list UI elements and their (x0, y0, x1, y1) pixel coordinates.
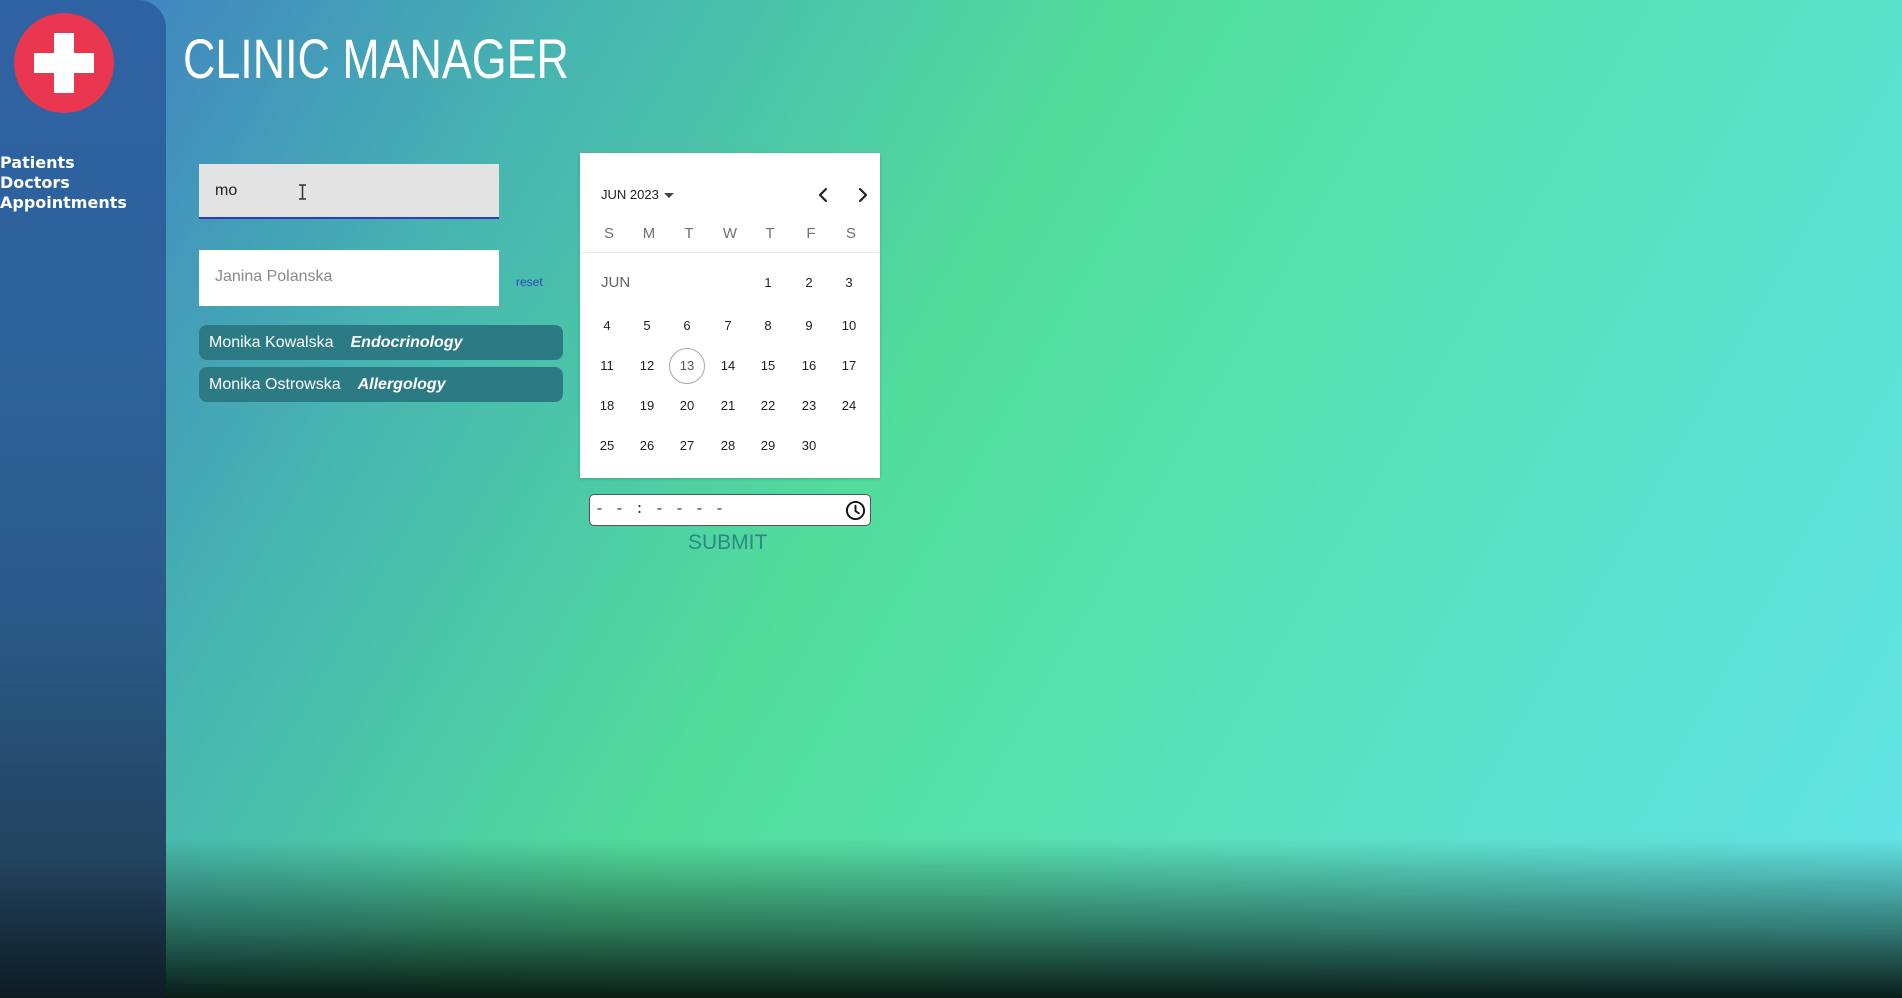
time-placeholder: - - : - - - - (595, 501, 726, 518)
calendar-day[interactable]: 10 (831, 308, 867, 344)
calendar-day[interactable]: 19 (629, 388, 665, 424)
calendar-day[interactable]: 17 (831, 348, 867, 384)
calendar-day[interactable]: 8 (750, 308, 786, 344)
chevron-right-icon[interactable] (853, 184, 873, 206)
time-input[interactable]: - - : - - - - (589, 494, 871, 526)
weekday-header-tue: T (684, 225, 694, 242)
calendar-day-today[interactable]: 13 (669, 348, 705, 384)
calendar-day[interactable]: 24 (831, 388, 867, 424)
patient-field[interactable]: Janina Polanska (199, 250, 499, 306)
calendar-day[interactable]: 29 (750, 428, 786, 464)
weekday-header-thu: T (765, 225, 775, 242)
calendar-day[interactable]: 15 (750, 348, 786, 384)
doctor-name: Monika Kowalska (209, 333, 334, 351)
calendar-day[interactable]: 11 (589, 348, 625, 384)
calendar-day[interactable]: 21 (710, 388, 746, 424)
sidebar: Patients Doctors Appointments (0, 0, 166, 998)
page-title: CLINIC MANAGER (183, 27, 569, 90)
sidebar-item-appointments[interactable]: Appointments (0, 193, 127, 213)
weekday-header-sun: S (603, 225, 614, 242)
weekday-header-fri: F (806, 225, 816, 242)
text-cursor-icon (299, 184, 306, 200)
calendar-day[interactable]: 4 (589, 308, 625, 344)
calendar-day[interactable]: 20 (669, 388, 705, 424)
calendar-divider (580, 252, 880, 253)
doctor-search-field[interactable] (199, 164, 499, 219)
calendar-day[interactable]: 3 (831, 265, 867, 301)
date-picker-calendar: JUN 2023 S M T W T F S JUN 1 2 3 4 5 6 7 8 9 10 11… (580, 153, 880, 478)
doctor-specialty: Allergology (357, 375, 446, 393)
calendar-day[interactable]: 26 (629, 428, 665, 464)
month-year-selector[interactable]: JUN 2023 (601, 187, 674, 202)
month-year-label: JUN 2023 (601, 187, 659, 202)
calendar-day[interactable]: 12 (629, 348, 665, 384)
doctor-item-monika-ostrowska[interactable]: Monika Ostrowska Allergology (199, 367, 563, 402)
dropdown-caret-icon (663, 193, 674, 199)
calendar-day[interactable]: 7 (710, 308, 746, 344)
calendar-day[interactable]: 25 (589, 428, 625, 464)
calendar-day[interactable]: 9 (791, 308, 827, 344)
weekday-header-wed: W (722, 225, 738, 242)
calendar-month-label: JUN (601, 274, 631, 291)
calendar-day[interactable]: 18 (589, 388, 625, 424)
clock-icon[interactable] (845, 500, 866, 521)
calendar-day[interactable]: 2 (791, 265, 827, 301)
calendar-day[interactable]: 30 (791, 428, 827, 464)
calendar-day[interactable]: 14 (710, 348, 746, 384)
submit-button[interactable]: SUBMIT (688, 531, 767, 555)
doctor-item-monika-kowalska[interactable]: Monika Kowalska Endocrinology (199, 325, 563, 360)
patient-name: Janina Polanska (215, 268, 333, 285)
sidebar-item-patients[interactable]: Patients (0, 153, 127, 173)
medical-cross-icon[interactable] (14, 13, 114, 113)
reset-link[interactable]: reset (516, 275, 543, 289)
sidebar-item-doctors[interactable]: Doctors (0, 173, 127, 193)
calendar-day[interactable]: 23 (791, 388, 827, 424)
sidebar-nav: Patients Doctors Appointments (0, 153, 127, 213)
chevron-left-icon[interactable] (813, 184, 833, 206)
calendar-day[interactable]: 1 (750, 265, 786, 301)
doctor-specialty: Endocrinology (350, 333, 463, 351)
calendar-day[interactable]: 22 (750, 388, 786, 424)
calendar-day[interactable]: 16 (791, 348, 827, 384)
weekday-header-sat: S (845, 225, 856, 242)
weekday-header-mon: M (642, 225, 656, 242)
calendar-day[interactable]: 5 (629, 308, 665, 344)
calendar-day[interactable]: 28 (710, 428, 746, 464)
calendar-day[interactable]: 27 (669, 428, 705, 464)
calendar-day[interactable]: 6 (669, 308, 705, 344)
doctor-name: Monika Ostrowska (209, 375, 341, 393)
doctor-search-input[interactable] (215, 179, 475, 203)
